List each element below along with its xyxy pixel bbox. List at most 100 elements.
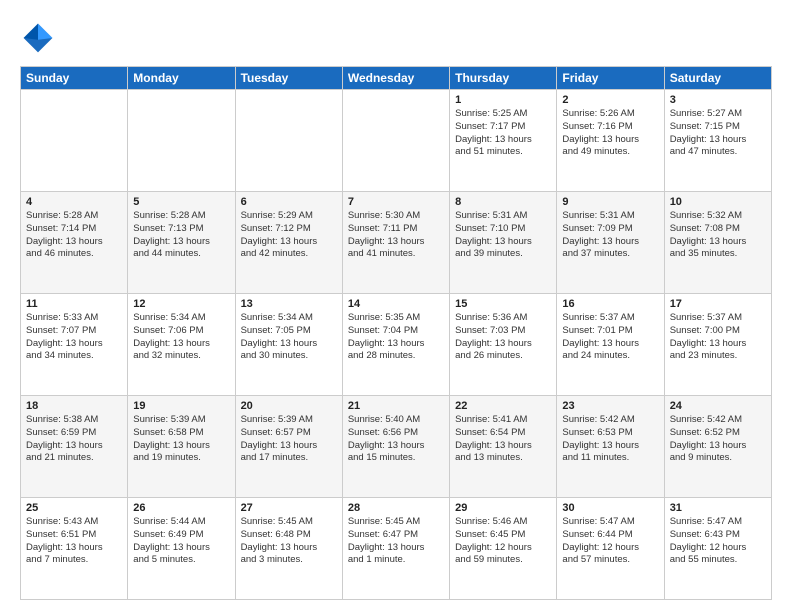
calendar-cell: 1Sunrise: 5:25 AM Sunset: 7:17 PM Daylig… (450, 90, 557, 192)
day-info: Sunrise: 5:34 AM Sunset: 7:05 PM Dayligh… (241, 312, 337, 363)
day-number: 1 (455, 94, 551, 106)
day-info: Sunrise: 5:30 AM Sunset: 7:11 PM Dayligh… (348, 210, 444, 261)
day-number: 4 (26, 196, 122, 208)
calendar-week-row: 25 Sunrise: 5:43 AM Sunset: 6:51 PM Dayli… (21, 498, 772, 600)
day-header: Saturday (664, 67, 771, 90)
day-number: 8 (455, 196, 551, 208)
day-info: Sunrise: 5:29 AM Sunset: 7:12 PM Dayligh… (241, 210, 337, 261)
calendar-cell: 17 Sunrise: 5:37 AM Sunset: 7:00 PM Dayli… (664, 294, 771, 396)
day-info: Sunrise: 5:45 AM Sunset: 6:47 PM Dayligh… (348, 516, 444, 567)
day-info: Sunrise: 5:37 AM Sunset: 7:01 PM Dayligh… (562, 312, 658, 363)
calendar-cell: 6 Sunrise: 5:29 AM Sunset: 7:12 PM Daylig… (235, 192, 342, 294)
logo-icon (20, 20, 56, 56)
day-number: 31 (670, 502, 766, 514)
day-number: 30 (562, 502, 658, 514)
day-info: Sunrise: 5:38 AM Sunset: 6:59 PM Dayligh… (26, 414, 122, 465)
day-number: 19 (133, 400, 229, 412)
header (20, 16, 772, 56)
calendar-cell: 20 Sunrise: 5:39 AM Sunset: 6:57 PM Dayli… (235, 396, 342, 498)
page: SundayMondayTuesdayWednesdayThursdayFrid… (0, 0, 792, 612)
day-info: Sunrise: 5:41 AM Sunset: 6:54 PM Dayligh… (455, 414, 551, 465)
calendar-cell: 19 Sunrise: 5:39 AM Sunset: 6:58 PM Dayli… (128, 396, 235, 498)
logo (20, 20, 60, 56)
day-header: Monday (128, 67, 235, 90)
day-number: 12 (133, 298, 229, 310)
day-number: 27 (241, 502, 337, 514)
day-number: 2 (562, 94, 658, 106)
calendar-cell: 12 Sunrise: 5:34 AM Sunset: 7:06 PM Dayli… (128, 294, 235, 396)
day-info: Sunrise: 5:42 AM Sunset: 6:52 PM Dayligh… (670, 414, 766, 465)
day-info: Sunrise: 5:44 AM Sunset: 6:49 PM Dayligh… (133, 516, 229, 567)
day-info: Sunrise: 5:39 AM Sunset: 6:58 PM Dayligh… (133, 414, 229, 465)
day-header: Sunday (21, 67, 128, 90)
day-info: Sunrise: 5:27 AM Sunset: 7:15 PM Dayligh… (670, 108, 766, 159)
day-info: Sunrise: 5:34 AM Sunset: 7:06 PM Dayligh… (133, 312, 229, 363)
calendar-week-row: 1Sunrise: 5:25 AM Sunset: 7:17 PM Daylig… (21, 90, 772, 192)
calendar-cell: 14 Sunrise: 5:35 AM Sunset: 7:04 PM Dayli… (342, 294, 449, 396)
day-header: Thursday (450, 67, 557, 90)
day-info: Sunrise: 5:43 AM Sunset: 6:51 PM Dayligh… (26, 516, 122, 567)
calendar-cell: 15 Sunrise: 5:36 AM Sunset: 7:03 PM Dayli… (450, 294, 557, 396)
calendar-cell: 11 Sunrise: 5:33 AM Sunset: 7:07 PM Dayli… (21, 294, 128, 396)
calendar-cell: 3Sunrise: 5:27 AM Sunset: 7:15 PM Daylig… (664, 90, 771, 192)
day-info: Sunrise: 5:36 AM Sunset: 7:03 PM Dayligh… (455, 312, 551, 363)
day-number: 6 (241, 196, 337, 208)
day-info: Sunrise: 5:28 AM Sunset: 7:13 PM Dayligh… (133, 210, 229, 261)
calendar: SundayMondayTuesdayWednesdayThursdayFrid… (20, 66, 772, 600)
calendar-cell: 30 Sunrise: 5:47 AM Sunset: 6:44 PM Dayli… (557, 498, 664, 600)
day-number: 25 (26, 502, 122, 514)
day-number: 21 (348, 400, 444, 412)
calendar-cell (342, 90, 449, 192)
day-header: Tuesday (235, 67, 342, 90)
day-number: 24 (670, 400, 766, 412)
day-info: Sunrise: 5:28 AM Sunset: 7:14 PM Dayligh… (26, 210, 122, 261)
calendar-header-row: SundayMondayTuesdayWednesdayThursdayFrid… (21, 67, 772, 90)
day-info: Sunrise: 5:26 AM Sunset: 7:16 PM Dayligh… (562, 108, 658, 159)
calendar-cell: 5Sunrise: 5:28 AM Sunset: 7:13 PM Daylig… (128, 192, 235, 294)
day-header: Friday (557, 67, 664, 90)
day-info: Sunrise: 5:33 AM Sunset: 7:07 PM Dayligh… (26, 312, 122, 363)
day-number: 13 (241, 298, 337, 310)
calendar-cell: 26 Sunrise: 5:44 AM Sunset: 6:49 PM Dayli… (128, 498, 235, 600)
calendar-cell: 24 Sunrise: 5:42 AM Sunset: 6:52 PM Dayli… (664, 396, 771, 498)
calendar-cell: 29Sunrise: 5:46 AM Sunset: 6:45 PM Dayli… (450, 498, 557, 600)
calendar-week-row: 4 Sunrise: 5:28 AM Sunset: 7:14 PM Daylig… (21, 192, 772, 294)
calendar-cell: 22 Sunrise: 5:41 AM Sunset: 6:54 PM Dayli… (450, 396, 557, 498)
calendar-cell: 4 Sunrise: 5:28 AM Sunset: 7:14 PM Daylig… (21, 192, 128, 294)
day-number: 26 (133, 502, 229, 514)
day-number: 7 (348, 196, 444, 208)
calendar-cell (128, 90, 235, 192)
day-number: 11 (26, 298, 122, 310)
day-info: Sunrise: 5:31 AM Sunset: 7:09 PM Dayligh… (562, 210, 658, 261)
day-info: Sunrise: 5:39 AM Sunset: 6:57 PM Dayligh… (241, 414, 337, 465)
day-number: 14 (348, 298, 444, 310)
calendar-cell: 8 Sunrise: 5:31 AM Sunset: 7:10 PM Daylig… (450, 192, 557, 294)
day-info: Sunrise: 5:35 AM Sunset: 7:04 PM Dayligh… (348, 312, 444, 363)
calendar-cell: 2 Sunrise: 5:26 AM Sunset: 7:16 PM Daylig… (557, 90, 664, 192)
day-number: 10 (670, 196, 766, 208)
calendar-week-row: 18Sunrise: 5:38 AM Sunset: 6:59 PM Dayli… (21, 396, 772, 498)
day-info: Sunrise: 5:31 AM Sunset: 7:10 PM Dayligh… (455, 210, 551, 261)
day-number: 23 (562, 400, 658, 412)
day-number: 9 (562, 196, 658, 208)
day-number: 15 (455, 298, 551, 310)
calendar-cell: 25 Sunrise: 5:43 AM Sunset: 6:51 PM Dayli… (21, 498, 128, 600)
day-info: Sunrise: 5:47 AM Sunset: 6:44 PM Dayligh… (562, 516, 658, 567)
calendar-cell: 13 Sunrise: 5:34 AM Sunset: 7:05 PM Dayli… (235, 294, 342, 396)
day-number: 16 (562, 298, 658, 310)
calendar-cell (235, 90, 342, 192)
calendar-week-row: 11 Sunrise: 5:33 AM Sunset: 7:07 PM Dayli… (21, 294, 772, 396)
day-info: Sunrise: 5:37 AM Sunset: 7:00 PM Dayligh… (670, 312, 766, 363)
day-info: Sunrise: 5:45 AM Sunset: 6:48 PM Dayligh… (241, 516, 337, 567)
calendar-cell: 7 Sunrise: 5:30 AM Sunset: 7:11 PM Daylig… (342, 192, 449, 294)
calendar-cell: 10 Sunrise: 5:32 AM Sunset: 7:08 PM Dayli… (664, 192, 771, 294)
day-header: Wednesday (342, 67, 449, 90)
day-number: 22 (455, 400, 551, 412)
day-info: Sunrise: 5:32 AM Sunset: 7:08 PM Dayligh… (670, 210, 766, 261)
day-number: 20 (241, 400, 337, 412)
day-info: Sunrise: 5:46 AM Sunset: 6:45 PM Dayligh… (455, 516, 551, 567)
calendar-cell: 31Sunrise: 5:47 AM Sunset: 6:43 PM Dayli… (664, 498, 771, 600)
calendar-cell: 21Sunrise: 5:40 AM Sunset: 6:56 PM Dayli… (342, 396, 449, 498)
day-number: 28 (348, 502, 444, 514)
day-number: 17 (670, 298, 766, 310)
